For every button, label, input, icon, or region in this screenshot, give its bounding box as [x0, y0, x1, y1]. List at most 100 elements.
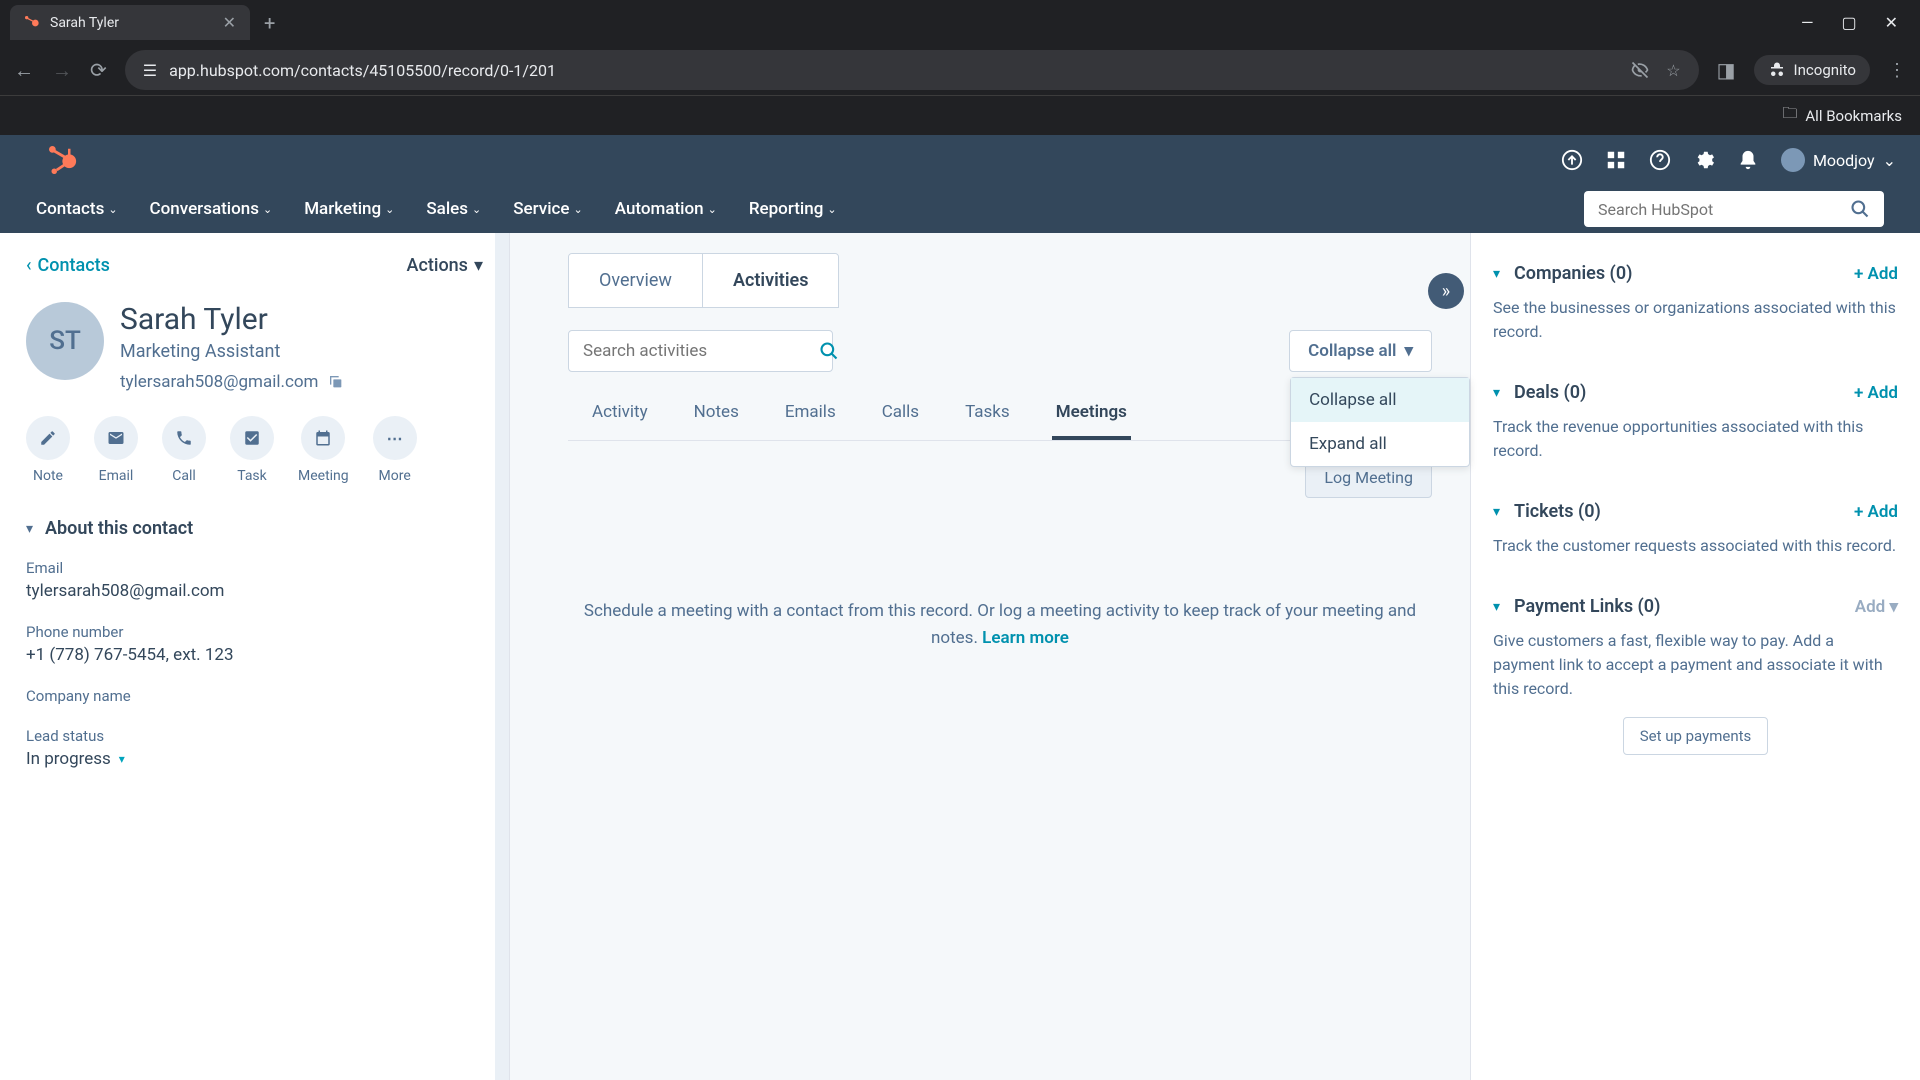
app-header: Moodjoy ⌄	[0, 135, 1920, 185]
dropdown-collapse-all[interactable]: Collapse all	[1291, 378, 1469, 422]
url-text: app.hubspot.com/contacts/45105500/record…	[169, 61, 556, 80]
nav-reporting[interactable]: Reporting⌄	[749, 199, 837, 219]
sub-tab-activity[interactable]: Activity	[588, 388, 652, 440]
incognito-badge[interactable]: Incognito	[1754, 55, 1870, 85]
email-field[interactable]: Email tylersarah508@gmail.com	[26, 559, 483, 601]
site-info-icon[interactable]: ☰	[143, 61, 157, 80]
minimize-icon[interactable]: —	[1801, 13, 1814, 32]
copy-icon[interactable]	[328, 374, 344, 390]
more-button[interactable]: ⋯More	[373, 416, 417, 484]
note-button[interactable]: Note	[26, 416, 70, 484]
caret-down-icon: ▾	[1404, 341, 1413, 361]
sub-tab-notes[interactable]: Notes	[690, 388, 743, 440]
learn-more-link[interactable]: Learn more	[982, 628, 1069, 648]
chevron-down-icon[interactable]: ▾	[1493, 266, 1500, 282]
actions-button[interactable]: Actions ▾	[407, 255, 483, 276]
search-icon[interactable]	[819, 341, 839, 361]
hubspot-logo-icon[interactable]	[48, 145, 78, 175]
reload-icon[interactable]: ⟳	[90, 58, 107, 82]
browser-tab[interactable]: Sarah Tyler ✕	[10, 5, 250, 40]
new-tab-button[interactable]: +	[264, 11, 275, 35]
setup-payments-button[interactable]: Set up payments	[1623, 717, 1769, 755]
search-activities[interactable]	[568, 330, 833, 372]
email-button[interactable]: Email	[94, 416, 138, 484]
app-body: ‹ Contacts Actions ▾ ST Sarah Tyler Mark…	[0, 233, 1920, 1080]
dropdown-expand-all[interactable]: Expand all	[1291, 422, 1469, 466]
chevron-down-icon[interactable]: ▾	[1493, 385, 1500, 401]
add-ticket-button[interactable]: + Add	[1854, 502, 1898, 522]
nav-automation[interactable]: Automation⌄	[615, 199, 717, 219]
settings-gear-icon[interactable]	[1693, 149, 1715, 171]
user-menu[interactable]: Moodjoy ⌄	[1781, 148, 1896, 172]
incognito-label: Incognito	[1794, 61, 1856, 79]
caret-down-icon: ▾	[1889, 597, 1898, 617]
collapse-panel-button[interactable]: »	[1428, 273, 1464, 309]
add-company-button[interactable]: + Add	[1854, 264, 1898, 284]
marketplace-icon[interactable]	[1605, 149, 1627, 171]
tab-title: Sarah Tyler	[50, 15, 119, 31]
collapse-all-button[interactable]: Collapse all ▾ Collapse all Expand all	[1289, 330, 1432, 372]
sub-tab-meetings[interactable]: Meetings	[1052, 388, 1131, 440]
tickets-card: ▾Tickets (0) + Add Track the customer re…	[1493, 487, 1898, 582]
back-icon[interactable]: ←	[14, 58, 34, 83]
nav-contacts[interactable]: Contacts⌄	[36, 199, 118, 219]
side-panel-icon[interactable]: ◨	[1717, 58, 1736, 82]
chevron-down-icon: ⌄	[263, 203, 272, 216]
chevron-down-icon: ⌄	[385, 203, 394, 216]
folder-icon: 🗀	[1782, 103, 1797, 128]
all-bookmarks-link[interactable]: 🗀 All Bookmarks	[1782, 103, 1902, 128]
bookmark-star-icon[interactable]: ☆	[1666, 61, 1680, 80]
sub-tab-calls[interactable]: Calls	[878, 388, 923, 440]
search-icon[interactable]	[1850, 199, 1870, 219]
tab-bar: Sarah Tyler ✕ + — ▢ ✕	[0, 0, 1920, 45]
global-search-input[interactable]	[1598, 200, 1850, 219]
add-payment-link-button[interactable]: Add ▾	[1855, 597, 1898, 617]
incognito-icon	[1768, 61, 1786, 79]
user-name: Moodjoy	[1813, 151, 1875, 170]
visibility-off-icon[interactable]	[1630, 60, 1650, 80]
global-search[interactable]	[1584, 191, 1884, 227]
add-deal-button[interactable]: + Add	[1854, 383, 1898, 403]
call-button[interactable]: Call	[162, 416, 206, 484]
nav-conversations[interactable]: Conversations⌄	[150, 199, 273, 219]
close-tab-icon[interactable]: ✕	[223, 13, 236, 32]
caret-down-icon: ▾	[119, 752, 125, 766]
chevron-down-icon: ⌄	[1883, 151, 1896, 170]
sub-tab-emails[interactable]: Emails	[781, 388, 840, 440]
about-section-header[interactable]: ▾ About this contact	[26, 518, 483, 539]
notifications-bell-icon[interactable]	[1737, 149, 1759, 171]
back-to-contacts-link[interactable]: ‹ Contacts	[26, 255, 110, 276]
phone-field[interactable]: Phone number +1 (778) 767-5454, ext. 123	[26, 623, 483, 665]
tab-overview[interactable]: Overview	[569, 254, 703, 307]
hubspot-favicon-icon	[24, 15, 40, 31]
chevron-down-icon[interactable]: ▾	[1493, 599, 1500, 615]
upgrade-icon[interactable]	[1561, 149, 1583, 171]
hubspot-app: Moodjoy ⌄ Contacts⌄ Conversations⌄ Marke…	[0, 135, 1920, 1080]
chevron-left-icon: ‹	[26, 255, 32, 276]
task-button[interactable]: Task	[230, 416, 274, 484]
browser-menu-icon[interactable]: ⋮	[1888, 60, 1906, 81]
contact-avatar: ST	[26, 302, 104, 380]
nav-sales[interactable]: Sales⌄	[426, 199, 481, 219]
close-window-icon[interactable]: ✕	[1885, 13, 1898, 32]
caret-down-icon: ▾	[474, 255, 483, 276]
help-icon[interactable]	[1649, 149, 1671, 171]
contact-action-buttons: Note Email Call Task Meeting ⋯More	[26, 416, 483, 484]
lead-status-field[interactable]: Lead status In progress▾	[26, 727, 483, 769]
header-icons: Moodjoy ⌄	[1561, 148, 1896, 172]
tab-activities[interactable]: Activities	[703, 254, 838, 307]
chevron-down-icon: ⌄	[827, 203, 836, 216]
all-bookmarks-label: All Bookmarks	[1805, 107, 1902, 125]
window-controls: — ▢ ✕	[1801, 13, 1910, 32]
payment-links-card: ▾Payment Links (0) Add ▾ Give customers …	[1493, 582, 1898, 779]
meeting-button[interactable]: Meeting	[298, 416, 349, 484]
sub-tab-tasks[interactable]: Tasks	[961, 388, 1014, 440]
address-bar[interactable]: ☰ app.hubspot.com/contacts/45105500/reco…	[125, 50, 1699, 90]
nav-service[interactable]: Service⌄	[513, 199, 583, 219]
search-activities-input[interactable]	[583, 341, 805, 361]
nav-marketing[interactable]: Marketing⌄	[304, 199, 394, 219]
maximize-icon[interactable]: ▢	[1841, 13, 1856, 32]
company-field[interactable]: Company name	[26, 687, 483, 705]
chevron-down-icon[interactable]: ▾	[1493, 504, 1500, 520]
deals-card: ▾Deals (0) + Add Track the revenue oppor…	[1493, 368, 1898, 487]
